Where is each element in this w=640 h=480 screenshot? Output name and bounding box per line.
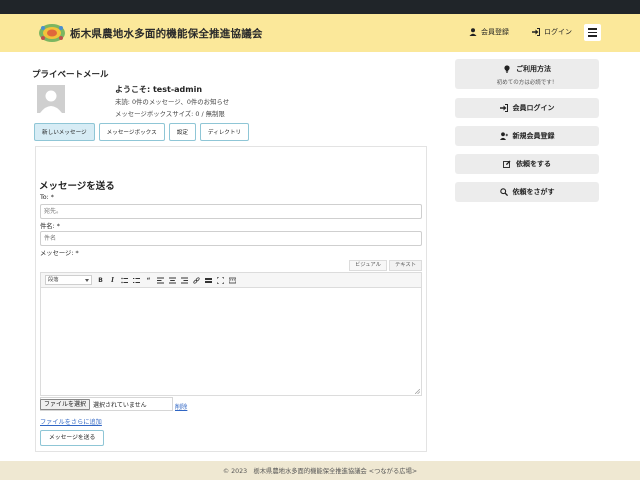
fullscreen-icon[interactable] xyxy=(217,276,224,284)
sign-in-icon xyxy=(532,28,540,36)
user-icon xyxy=(469,28,477,36)
subject-label: 件名: * xyxy=(40,223,60,230)
align-left-icon[interactable] xyxy=(157,277,164,284)
read-more-icon[interactable] xyxy=(205,277,212,284)
message-editor[interactable] xyxy=(40,288,422,396)
delete-file-link[interactable]: 削除 xyxy=(175,402,187,411)
link-icon[interactable] xyxy=(193,276,200,284)
guide-sub-label: 初めての方は必読です！ xyxy=(496,80,558,86)
tab-new-message[interactable]: 新しいメッセージ xyxy=(34,123,95,141)
send-message-button[interactable]: メッセージを送る xyxy=(40,430,105,446)
unread-info: 未読: 0件のメッセージ、0件のお知らせ xyxy=(115,98,230,106)
guide-button[interactable]: ご利用方法 初めての方は必読です！ xyxy=(455,59,599,89)
numbered-list-icon[interactable] xyxy=(133,277,140,284)
register-nav-link[interactable]: 会員登録 xyxy=(469,27,509,37)
search-request-button[interactable]: 依頼をさがす xyxy=(455,182,599,202)
edit-icon xyxy=(503,160,511,168)
editor-tab-text[interactable]: テキスト xyxy=(388,260,422,271)
bullet-list-icon[interactable] xyxy=(121,277,128,284)
guide-label: ご利用方法 xyxy=(516,65,551,73)
compose-title: メッセージを送る xyxy=(39,181,115,192)
menu-line xyxy=(588,31,597,34)
toolbar-toggle-icon[interactable] xyxy=(229,277,236,284)
mailbox-size-info: メッセージボックスサイズ: 0 / 無制限 xyxy=(115,110,225,118)
choose-file-button[interactable]: ファイルを選択 xyxy=(40,399,91,410)
tab-settings[interactable]: 設定 xyxy=(168,123,196,141)
register-nav-label: 会員登録 xyxy=(481,28,509,36)
site-header: 栃木県農地水多面的機能保全推進協議会 会員登録 ログイン xyxy=(0,14,640,52)
tab-directory[interactable]: ディレクトリ xyxy=(199,123,250,141)
search-icon xyxy=(499,188,508,196)
menu-line xyxy=(588,35,597,37)
format-select[interactable]: 段落 xyxy=(45,275,92,285)
request-button[interactable]: 依頼をする xyxy=(455,154,599,174)
compose-card: メッセージを送る To: * 件名: * メッセージ: * ビジュアル テキスト… xyxy=(35,146,427,452)
to-field[interactable] xyxy=(40,204,422,219)
align-center-icon[interactable] xyxy=(169,277,176,284)
top-bar xyxy=(0,0,640,14)
editor-tab-visual[interactable]: ビジュアル xyxy=(349,260,387,271)
italic-icon[interactable]: I xyxy=(109,277,116,284)
new-register-label: 新規会員登録 xyxy=(512,132,555,140)
footer-copyright: © 2023 栃木県農地水多面的機能保全推進協議会 <つながる広場> xyxy=(222,468,418,475)
editor-toolbar: 段落 B I “ xyxy=(40,272,422,288)
menu-line xyxy=(588,28,597,30)
search-request-label: 依頼をさがす xyxy=(512,188,555,196)
file-input: ファイルを選択 選択されていません xyxy=(40,399,147,410)
site-title[interactable]: 栃木県農地水多面的機能保全推進協議会 xyxy=(70,26,263,41)
bold-icon[interactable]: B xyxy=(97,277,104,284)
member-login-label: 会員ログイン xyxy=(512,104,555,112)
sign-in-icon xyxy=(499,104,508,112)
align-right-icon[interactable] xyxy=(181,277,188,284)
default-avatar-icon xyxy=(37,85,65,113)
login-nav-link[interactable]: ログイン xyxy=(532,27,572,37)
welcome-text: ようこそ: test-admin xyxy=(115,85,203,94)
site-logo[interactable] xyxy=(38,23,66,43)
page-title: プライベートメール xyxy=(32,70,109,80)
lightbulb-icon xyxy=(504,65,510,73)
tab-message-box[interactable]: メッセージボックス xyxy=(98,123,165,141)
hamburger-menu-button[interactable] xyxy=(584,24,601,41)
mail-tabs: 新しいメッセージ メッセージボックス 設定 ディレクトリ xyxy=(34,123,250,141)
resize-handle-icon[interactable] xyxy=(415,389,420,394)
message-label: メッセージ: * xyxy=(40,250,79,257)
blockquote-icon[interactable]: “ xyxy=(145,277,152,284)
user-plus-icon xyxy=(499,132,508,140)
member-login-button[interactable]: 会員ログイン xyxy=(455,98,599,118)
login-nav-label: ログイン xyxy=(544,28,572,36)
to-label: To: * xyxy=(40,194,54,201)
file-status-text: 選択されていません xyxy=(93,402,147,409)
editor-mode-tabs: ビジュアル テキスト xyxy=(349,260,422,271)
add-more-files-link[interactable]: ファイルをさらに追加 xyxy=(40,417,102,426)
avatar xyxy=(37,85,65,113)
footer: © 2023 栃木県農地水多面的機能保全推進協議会 <つながる広場> xyxy=(0,461,640,480)
new-register-button[interactable]: 新規会員登録 xyxy=(455,126,599,146)
subject-field[interactable] xyxy=(40,231,422,246)
request-label: 依頼をする xyxy=(516,160,551,168)
